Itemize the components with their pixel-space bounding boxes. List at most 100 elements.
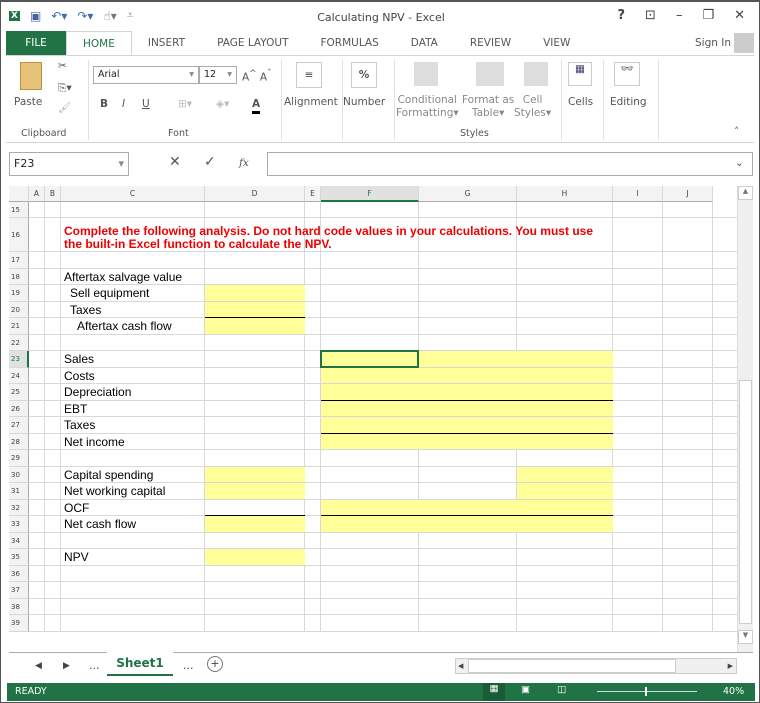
formula-input[interactable] xyxy=(267,152,753,176)
row-header-39[interactable]: 39 xyxy=(9,615,29,632)
editing-button[interactable]: Editing xyxy=(610,96,647,109)
column-header-D[interactable]: D xyxy=(205,186,305,202)
tab-home[interactable]: HOME xyxy=(66,31,132,55)
format-as-table-button[interactable]: Format as Table▾ xyxy=(462,94,514,120)
tab-file[interactable]: FILE xyxy=(6,31,66,55)
row-header-20[interactable]: 20 xyxy=(9,301,29,318)
row-header-25[interactable]: 25 xyxy=(9,384,29,401)
cells-button[interactable]: Cells xyxy=(568,96,593,109)
normal-view-icon[interactable]: ▦ xyxy=(483,683,505,701)
row-header-27[interactable]: 27 xyxy=(9,417,29,434)
close-button[interactable]: ✕ xyxy=(734,8,745,23)
row-label-28[interactable]: Net income xyxy=(64,434,125,450)
page-layout-view-icon[interactable]: ▣ xyxy=(521,684,530,695)
row-header-17[interactable]: 17 xyxy=(9,252,29,269)
input-cell-range[interactable] xyxy=(321,499,613,533)
new-sheet-button[interactable]: + xyxy=(207,656,223,672)
hscroll-thumb[interactable] xyxy=(468,659,676,673)
row-header-19[interactable]: 19 xyxy=(9,285,29,302)
restore-button[interactable]: ❐ xyxy=(702,8,714,23)
column-header-C[interactable]: C xyxy=(61,186,205,202)
enter-icon[interactable]: ✓ xyxy=(204,155,216,169)
row-header-18[interactable]: 18 xyxy=(9,268,29,285)
row-label-18[interactable]: Aftertax salvage value xyxy=(64,269,182,285)
copy-icon[interactable]: ⎘▾ xyxy=(58,82,72,95)
help-button[interactable]: ? xyxy=(617,8,625,23)
format-as-table-icon[interactable] xyxy=(476,62,504,86)
row-header-30[interactable]: 30 xyxy=(9,466,29,483)
row-header-22[interactable]: 22 xyxy=(9,334,29,351)
ribbon-display-icon[interactable]: ⊡ xyxy=(645,8,656,23)
sign-in-link[interactable]: Sign In xyxy=(695,37,731,49)
row-header-28[interactable]: 28 xyxy=(9,433,29,450)
select-all-corner[interactable] xyxy=(9,186,29,202)
column-header-A[interactable]: A xyxy=(29,186,45,202)
row-header-26[interactable]: 26 xyxy=(9,400,29,417)
more-sheets-left[interactable]: ... xyxy=(89,659,100,672)
row-label-21[interactable]: Aftertax cash flow xyxy=(77,318,172,334)
number-button[interactable]: Number xyxy=(343,96,385,109)
input-cell-range[interactable] xyxy=(205,516,305,533)
minimize-button[interactable]: – xyxy=(676,8,683,23)
sheet-tab-sheet1[interactable]: Sheet1 xyxy=(107,652,173,676)
row-label-26[interactable]: EBT xyxy=(64,401,87,417)
row-label-20[interactable]: Taxes xyxy=(70,302,101,318)
expand-formula-bar-icon[interactable]: ⌄ xyxy=(735,157,744,170)
font-size-select[interactable]: 12 ▾ xyxy=(199,66,237,84)
increase-font-icon[interactable]: A^ Aˇ xyxy=(242,68,271,85)
row-header-36[interactable]: 36 xyxy=(9,565,29,582)
number-format-icon[interactable]: % xyxy=(351,62,377,88)
fill-color-icon[interactable]: ◈▾ xyxy=(216,98,229,111)
conditional-formatting-icon[interactable] xyxy=(414,62,438,86)
paste-button[interactable]: Paste xyxy=(14,96,42,109)
column-header-H[interactable]: H xyxy=(517,186,613,202)
tab-view[interactable]: VIEW xyxy=(527,31,586,55)
cancel-icon[interactable]: ✕ xyxy=(169,155,181,169)
tab-insert[interactable]: INSERT xyxy=(132,31,201,55)
insert-function-button[interactable]: fx xyxy=(239,157,249,170)
horizontal-scrollbar[interactable]: ◀ ▶ xyxy=(455,658,737,674)
alignment-button[interactable]: Alignment xyxy=(284,96,338,109)
font-name-select[interactable]: Arial ▾ xyxy=(93,66,199,84)
input-cell-range[interactable] xyxy=(517,466,613,500)
column-header-B[interactable]: B xyxy=(45,186,61,202)
zoom-slider-thumb[interactable] xyxy=(645,687,647,696)
find-icon[interactable]: 👓 xyxy=(614,62,640,86)
row-label-31[interactable]: Net working capital xyxy=(64,483,165,499)
page-break-view-icon[interactable]: ◫ xyxy=(557,684,566,695)
column-header-F[interactable]: F xyxy=(321,186,419,202)
row-header-38[interactable]: 38 xyxy=(9,598,29,615)
alignment-icon[interactable]: ≡ xyxy=(296,62,322,88)
scroll-left-icon[interactable]: ◀ xyxy=(458,662,463,670)
zoom-slider[interactable] xyxy=(597,687,697,696)
row-label-35[interactable]: NPV xyxy=(64,549,89,565)
row-label-30[interactable]: Capital spending xyxy=(64,467,153,483)
tab-formulas[interactable]: FORMULAS xyxy=(305,31,395,55)
cut-icon[interactable]: ✂ xyxy=(58,60,67,73)
next-sheet-icon[interactable]: ▶ xyxy=(63,661,70,671)
row-header-15[interactable]: 15 xyxy=(9,202,29,218)
row-header-24[interactable]: 24 xyxy=(9,367,29,384)
borders-icon[interactable]: ⊞▾ xyxy=(178,98,192,111)
tab-data[interactable]: DATA xyxy=(395,31,454,55)
scroll-up-icon[interactable]: ▲ xyxy=(738,186,753,200)
vertical-scrollbar[interactable]: ▲ ▼ xyxy=(737,186,753,652)
row-label-25[interactable]: Depreciation xyxy=(64,384,131,400)
bold-button[interactable]: B xyxy=(100,98,108,111)
row-header-35[interactable]: 35 xyxy=(9,549,29,566)
row-header-29[interactable]: 29 xyxy=(9,450,29,467)
input-cell-range[interactable] xyxy=(205,549,305,566)
cells-icon[interactable]: ▦ xyxy=(568,62,592,86)
prev-sheet-icon[interactable]: ◀ xyxy=(35,661,42,671)
column-header-I[interactable]: I xyxy=(613,186,663,202)
scroll-thumb[interactable] xyxy=(739,380,752,624)
format-painter-icon[interactable]: 🖌 xyxy=(58,102,71,115)
row-label-24[interactable]: Costs xyxy=(64,368,95,384)
row-header-34[interactable]: 34 xyxy=(9,532,29,549)
row-label-32[interactable]: OCF xyxy=(64,500,89,516)
more-sheets-right[interactable]: ... xyxy=(183,659,194,672)
conditional-formatting-button[interactable]: Conditional Formatting▾ xyxy=(396,94,459,120)
column-header-G[interactable]: G xyxy=(419,186,517,202)
cell-styles-button[interactable]: Cell Styles▾ xyxy=(514,94,551,120)
cell-styles-icon[interactable] xyxy=(524,62,548,86)
